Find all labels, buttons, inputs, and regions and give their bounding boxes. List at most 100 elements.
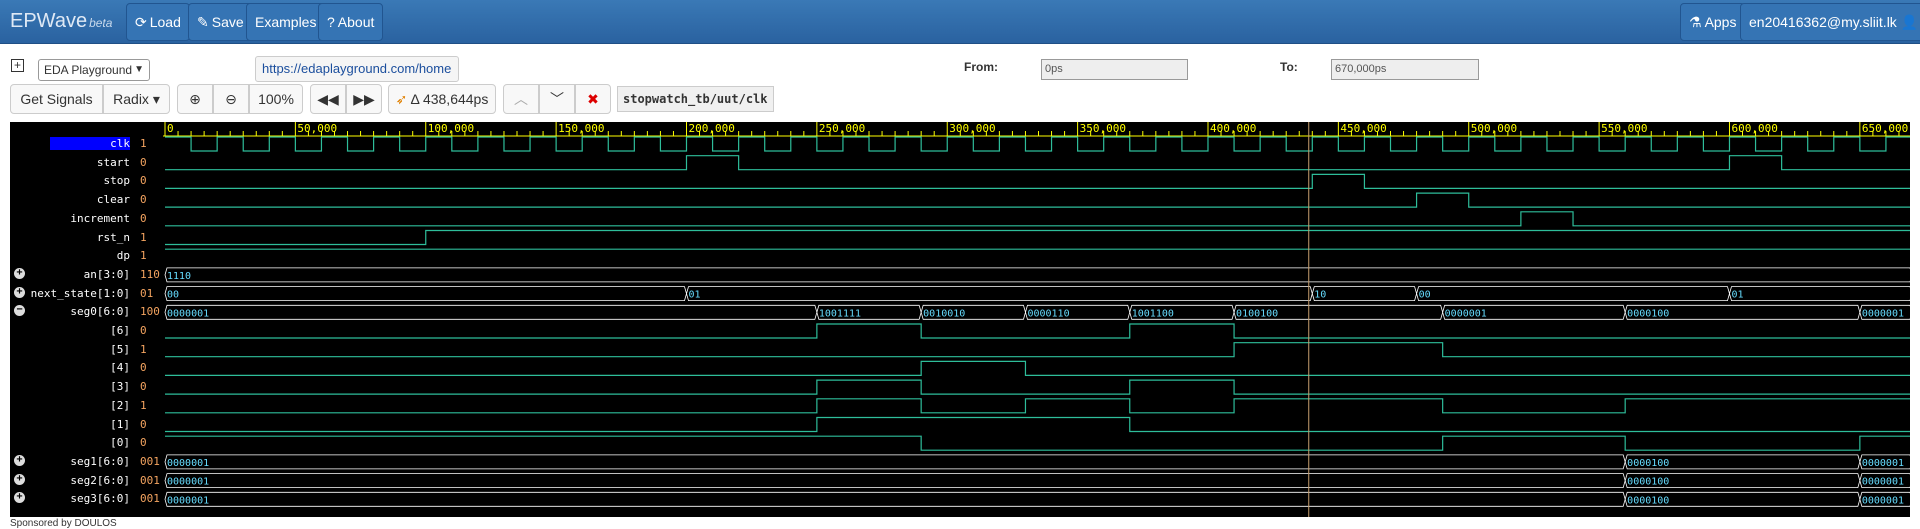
expand-icon[interactable]: + bbox=[14, 286, 25, 298]
expand-icon[interactable]: + bbox=[14, 454, 25, 466]
examples-label: Examples bbox=[255, 14, 317, 30]
increment-wave bbox=[165, 211, 1910, 227]
signal-row[interactable]: [1] 0 bbox=[10, 416, 163, 434]
seg2-bus-label: 0000001 bbox=[167, 477, 209, 488]
footer-logo: Sponsored by DOULOS bbox=[10, 518, 117, 529]
signal-row[interactable]: [2] 1 bbox=[10, 397, 163, 415]
load-button[interactable]: ⟳ Load bbox=[126, 3, 190, 41]
signal-row[interactable]: + seg2[6:0] 001 bbox=[10, 472, 163, 490]
signal-row[interactable]: [4] 0 bbox=[10, 359, 163, 377]
ruler-tick-label: 100,000 bbox=[428, 122, 474, 135]
signal-row[interactable]: dp 1 bbox=[10, 247, 163, 265]
signal-row[interactable]: + seg3[6:0] 001 bbox=[10, 490, 163, 508]
signal-name: seg0[6:0] bbox=[70, 305, 130, 319]
signal-row[interactable]: start 0 bbox=[10, 154, 163, 172]
scroll-right-button[interactable]: ▶▶ bbox=[346, 84, 382, 114]
radix-button[interactable]: Radix ▾ bbox=[103, 84, 170, 114]
clk-wave bbox=[165, 136, 1910, 152]
signal-row[interactable]: + seg1[6:0] 001 bbox=[10, 453, 163, 471]
signal-row[interactable]: clear 0 bbox=[10, 191, 163, 209]
signal-name: [0] bbox=[110, 436, 130, 450]
remove-signal-button[interactable]: ✖ bbox=[575, 84, 611, 114]
signal-name: increment bbox=[70, 211, 130, 225]
signal-row[interactable]: clk 1 bbox=[10, 135, 163, 153]
load-label: Load bbox=[149, 14, 181, 30]
signal-row[interactable]: − seg0[6:0] 100 bbox=[10, 303, 163, 321]
sponsor-name: DOULOS bbox=[74, 518, 117, 529]
an-bus-segment bbox=[164, 267, 1910, 283]
cursor-delta-button[interactable]: ➶ Δ 438,644ps bbox=[388, 84, 496, 114]
signal-value: 0 bbox=[140, 324, 147, 337]
get-signals-button[interactable]: Get Signals bbox=[10, 84, 103, 114]
next-state-bus-label: 01 bbox=[1731, 290, 1743, 301]
collapse-icon[interactable]: − bbox=[14, 305, 25, 317]
save-button[interactable]: ✎ Save bbox=[188, 3, 253, 41]
signal-row[interactable]: [3] 0 bbox=[10, 378, 163, 396]
next-state-bus-segment bbox=[1311, 286, 1417, 301]
next-state-bus-segment bbox=[686, 286, 1313, 301]
seg0-bus-label: 0000001 bbox=[1445, 308, 1487, 319]
ruler-tick-label: 0 bbox=[167, 122, 174, 135]
next-edge-button[interactable]: ﹀ bbox=[539, 84, 575, 114]
rst-n-wave bbox=[165, 229, 1910, 246]
signal-row[interactable]: increment 0 bbox=[10, 210, 163, 228]
signal-row[interactable]: rst_n 1 bbox=[10, 229, 163, 247]
scroll-left-button[interactable]: ◀◀ bbox=[310, 84, 346, 114]
caret-down-icon: ▾ bbox=[152, 91, 160, 107]
signal-row[interactable]: [5] 1 bbox=[10, 341, 163, 359]
signal-name: next_state[1:0] bbox=[30, 286, 130, 300]
seg0-bus-label: 0100100 bbox=[1236, 308, 1278, 319]
signal-value: 0 bbox=[140, 361, 147, 375]
signal-name: [6] bbox=[110, 324, 130, 337]
about-button[interactable]: ? About bbox=[318, 3, 384, 41]
apps-button[interactable]: ⚗ Apps bbox=[1680, 3, 1746, 41]
signal-name: clk bbox=[50, 137, 130, 150]
next-state-bus-label: 10 bbox=[1314, 290, 1326, 301]
signal-name: start bbox=[96, 155, 130, 169]
expand-icon[interactable]: + bbox=[14, 473, 25, 485]
signal-value: 1 bbox=[140, 249, 147, 263]
from-label: From: bbox=[964, 60, 998, 74]
examples-button[interactable]: Examples bbox=[246, 3, 326, 41]
signal-value: 1 bbox=[140, 398, 147, 412]
signal-row[interactable]: + an[3:0] 110 bbox=[10, 266, 163, 284]
signal-value: 001 bbox=[140, 454, 160, 468]
user-menu-button[interactable]: en20416362@my.sliit.lk 👤 bbox=[1740, 3, 1920, 41]
signal-name-panel: clk 1 start 0 stop 0 clear 0 increment 0 rst_n 1 dp 1… bbox=[10, 122, 163, 517]
seg3-bus-segment bbox=[164, 491, 1626, 507]
ruler-tick-label: 50,000 bbox=[297, 122, 337, 135]
signal-name: [1] bbox=[110, 417, 130, 431]
zoom-out-button[interactable]: ⊖ bbox=[213, 84, 249, 114]
user-icon: 👤 bbox=[1900, 14, 1919, 30]
close-icon: ✖ bbox=[587, 91, 599, 107]
expand-icon[interactable]: + bbox=[14, 492, 25, 504]
question-icon: ? bbox=[327, 14, 335, 30]
signal-row[interactable]: + next_state[1:0] 01 bbox=[10, 285, 163, 303]
brand-beta: beta bbox=[89, 16, 113, 30]
zoom-out-icon: ⊖ bbox=[225, 91, 237, 107]
seg2-bus-label: 0000001 bbox=[1862, 477, 1904, 488]
to-input[interactable]: 670,000ps bbox=[1331, 59, 1479, 80]
brand: EPWave beta bbox=[10, 10, 112, 33]
waveform-viewer[interactable]: clk 1 start 0 stop 0 clear 0 increment 0 rst_n 1 dp 1… bbox=[10, 122, 1910, 517]
zoom-in-button[interactable]: ⊕ bbox=[177, 84, 213, 114]
chevron-down-icon: ▼ bbox=[134, 64, 144, 75]
prev-edge-button[interactable]: ︿ bbox=[503, 84, 539, 114]
apps-label: Apps bbox=[1704, 14, 1737, 30]
playground-select[interactable]: EDA Playground ▼ bbox=[38, 59, 150, 81]
signal-value: 01 bbox=[140, 286, 154, 300]
chevron-down-icon: ﹀ bbox=[550, 91, 564, 107]
signal-row[interactable]: [0] 0 bbox=[10, 434, 163, 452]
add-panel-icon[interactable]: + bbox=[11, 59, 24, 72]
signal-name: stop bbox=[103, 174, 131, 188]
signal-name: [4] bbox=[110, 361, 130, 375]
expand-icon[interactable]: + bbox=[14, 267, 25, 279]
seg3-bus-label: 0000100 bbox=[1627, 495, 1669, 506]
signal-row[interactable]: stop 0 bbox=[10, 172, 163, 190]
waveform-plot[interactable]: 0 50,000 100,000 150,000 200,000 250,000 300,0… bbox=[163, 122, 1910, 517]
ruler-tick-label: 200,000 bbox=[688, 122, 734, 135]
signal-row[interactable]: [6] 0 bbox=[10, 322, 163, 340]
from-input[interactable]: 0ps bbox=[1041, 59, 1188, 80]
zoom-fit-button[interactable]: 100% bbox=[249, 84, 303, 114]
url-link[interactable]: https://edaplayground.com/home bbox=[255, 56, 459, 82]
